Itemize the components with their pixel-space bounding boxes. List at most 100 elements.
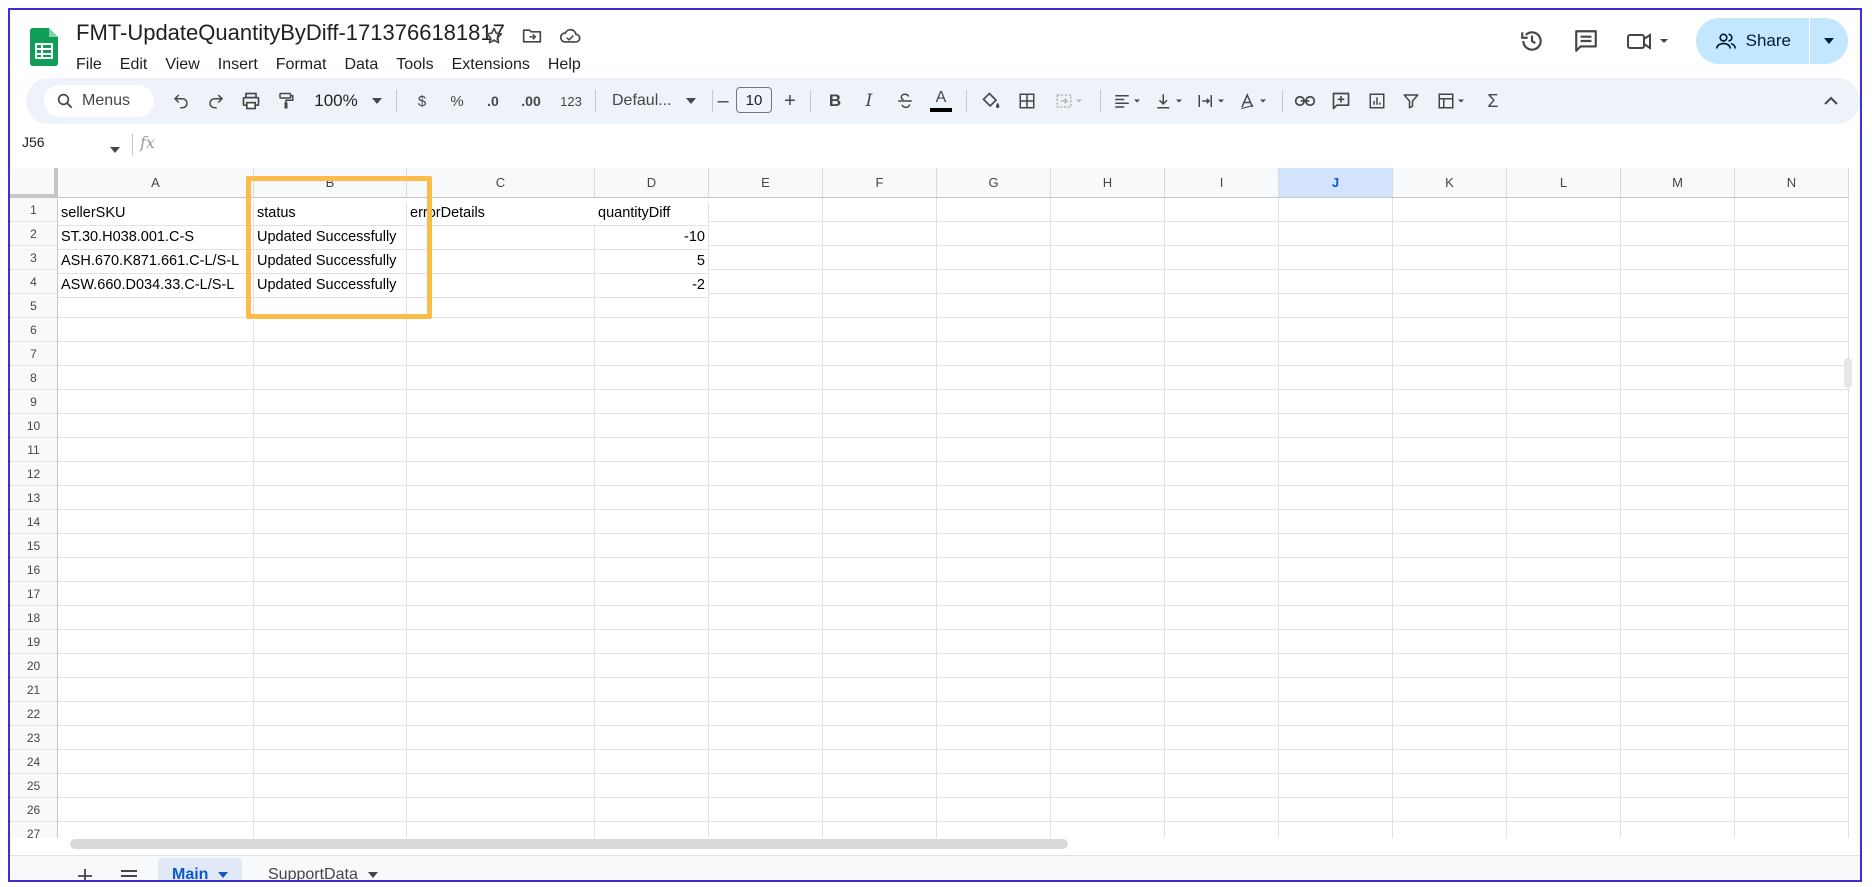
- row-header-7[interactable]: 7: [10, 342, 58, 366]
- grid-cell[interactable]: [1507, 750, 1621, 774]
- column-header-l[interactable]: L: [1507, 168, 1621, 198]
- grid-cell[interactable]: [709, 678, 823, 702]
- grid-cell[interactable]: [709, 606, 823, 630]
- cell-b1[interactable]: status: [254, 202, 407, 226]
- grid-cell[interactable]: [1393, 750, 1507, 774]
- column-header-n[interactable]: N: [1735, 168, 1849, 198]
- grid-cell[interactable]: [709, 726, 823, 750]
- grid-cell[interactable]: [1393, 222, 1507, 246]
- grid-cell[interactable]: [1621, 774, 1735, 798]
- grid-cell[interactable]: [1507, 630, 1621, 654]
- grid-cell[interactable]: [1165, 510, 1279, 534]
- grid-cell[interactable]: [709, 774, 823, 798]
- menu-insert[interactable]: Insert: [209, 56, 267, 74]
- grid-cell[interactable]: [1051, 558, 1165, 582]
- grid-cell[interactable]: [58, 750, 254, 774]
- insert-chart-icon[interactable]: [1362, 78, 1392, 124]
- cell-a1[interactable]: sellerSKU: [58, 202, 254, 226]
- sheet-tab-main[interactable]: Main: [158, 858, 243, 880]
- grid-cell[interactable]: [709, 582, 823, 606]
- grid-cell[interactable]: [254, 342, 407, 366]
- grid-cell[interactable]: [823, 798, 937, 822]
- grid-cell[interactable]: [58, 822, 254, 838]
- grid-cell[interactable]: [823, 462, 937, 486]
- grid-cell[interactable]: [823, 414, 937, 438]
- menu-edit[interactable]: Edit: [111, 56, 157, 74]
- redo-icon[interactable]: [201, 78, 231, 124]
- cell-d1[interactable]: quantityDiff: [595, 202, 709, 226]
- grid-cell[interactable]: [1735, 774, 1849, 798]
- grid-cell[interactable]: [937, 270, 1051, 294]
- row-header-4[interactable]: 4: [10, 270, 58, 294]
- grid-cell[interactable]: [407, 462, 595, 486]
- grid-cell[interactable]: [1735, 606, 1849, 630]
- grid-cell[interactable]: [1393, 342, 1507, 366]
- grid-cell[interactable]: [407, 486, 595, 510]
- grid-cell[interactable]: [1051, 222, 1165, 246]
- grid-cell[interactable]: [1507, 654, 1621, 678]
- grid-cell[interactable]: [595, 798, 709, 822]
- grid-cell[interactable]: [595, 822, 709, 838]
- row-header-13[interactable]: 13: [10, 486, 58, 510]
- font-family-select[interactable]: Defaul...: [606, 78, 712, 124]
- grid-cell[interactable]: [1165, 678, 1279, 702]
- row-header-27[interactable]: 27: [10, 822, 58, 838]
- grid-cell[interactable]: [1051, 774, 1165, 798]
- grid-cell[interactable]: [1507, 486, 1621, 510]
- row-header-6[interactable]: 6: [10, 318, 58, 342]
- grid-cell[interactable]: [254, 654, 407, 678]
- grid-cell[interactable]: [1735, 438, 1849, 462]
- grid-cell[interactable]: [937, 774, 1051, 798]
- grid-cell[interactable]: [1621, 414, 1735, 438]
- row-header-11[interactable]: 11: [10, 438, 58, 462]
- filter-views-icon[interactable]: [1430, 78, 1474, 124]
- grid-cell[interactable]: [1051, 342, 1165, 366]
- grid-cell[interactable]: [1051, 606, 1165, 630]
- grid-cell[interactable]: [1279, 414, 1393, 438]
- column-header-h[interactable]: H: [1051, 168, 1165, 198]
- grid-cell[interactable]: [709, 534, 823, 558]
- column-header-b[interactable]: B: [254, 168, 407, 198]
- grid-cell[interactable]: [1279, 774, 1393, 798]
- column-header-g[interactable]: G: [937, 168, 1051, 198]
- row-header-15[interactable]: 15: [10, 534, 58, 558]
- grid-cell[interactable]: [823, 366, 937, 390]
- grid-cell[interactable]: [709, 390, 823, 414]
- grid-cell[interactable]: [407, 750, 595, 774]
- grid-cell[interactable]: [595, 678, 709, 702]
- grid-cell[interactable]: [1393, 822, 1507, 838]
- grid-cell[interactable]: [1165, 486, 1279, 510]
- document-title[interactable]: FMT-UpdateQuantityByDiff-1713766181817: [76, 20, 505, 46]
- grid-cell[interactable]: [254, 630, 407, 654]
- grid-cell[interactable]: [58, 366, 254, 390]
- grid-cell[interactable]: [1051, 798, 1165, 822]
- grid-cell[interactable]: [823, 534, 937, 558]
- grid-cell[interactable]: [1393, 630, 1507, 654]
- grid-cell[interactable]: [1051, 294, 1165, 318]
- grid-cell[interactable]: [1051, 198, 1165, 222]
- grid-cell[interactable]: [1393, 414, 1507, 438]
- grid-cell[interactable]: [1393, 246, 1507, 270]
- version-history-icon[interactable]: [1516, 25, 1548, 57]
- grid-cell[interactable]: [823, 678, 937, 702]
- grid-cell[interactable]: [1051, 582, 1165, 606]
- grid-cell[interactable]: [1279, 726, 1393, 750]
- grid-cell[interactable]: [58, 630, 254, 654]
- cell-d3[interactable]: 5: [595, 250, 709, 274]
- column-header-e[interactable]: E: [709, 168, 823, 198]
- grid-cell[interactable]: [1165, 270, 1279, 294]
- row-header-24[interactable]: 24: [10, 750, 58, 774]
- grid-cell[interactable]: [254, 366, 407, 390]
- grid-cell[interactable]: [1051, 750, 1165, 774]
- grid-cell[interactable]: [709, 702, 823, 726]
- grid-cell[interactable]: [407, 342, 595, 366]
- font-size-input[interactable]: 10: [736, 87, 772, 113]
- grid-cell[interactable]: [1051, 822, 1165, 838]
- grid-cell[interactable]: [1279, 222, 1393, 246]
- grid-cell[interactable]: [1621, 366, 1735, 390]
- grid-cell[interactable]: [709, 510, 823, 534]
- grid-cell[interactable]: [1621, 462, 1735, 486]
- grid-cell[interactable]: [1735, 246, 1849, 270]
- filter-icon[interactable]: [1396, 78, 1426, 124]
- grid-cell[interactable]: [1165, 630, 1279, 654]
